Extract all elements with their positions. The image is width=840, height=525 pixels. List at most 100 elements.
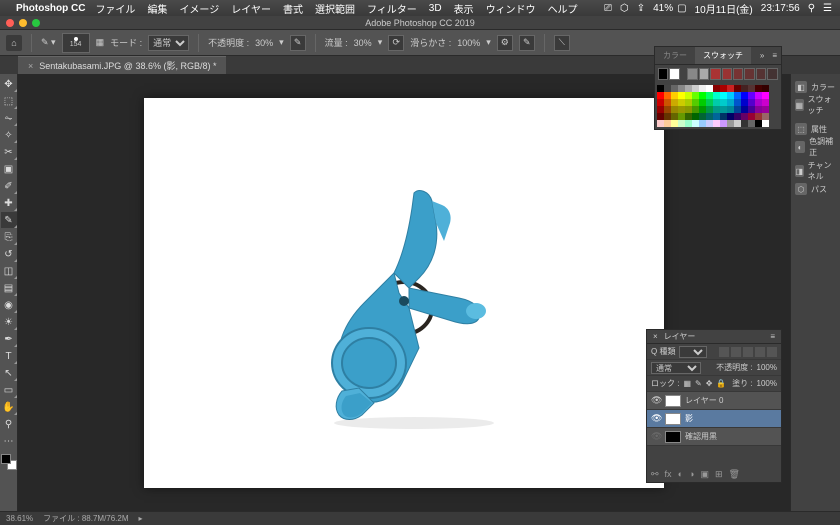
swatch[interactable] (741, 106, 748, 113)
brush-tool-icon[interactable]: ✎ ▾ (41, 37, 56, 48)
swatch[interactable] (664, 120, 671, 127)
swatch[interactable] (720, 120, 727, 127)
swatch[interactable] (727, 85, 734, 92)
swatch[interactable] (713, 120, 720, 127)
dodge-tool[interactable]: ☀ (1, 314, 17, 330)
panel-tab-swatches[interactable]: ▦スウォッチ (791, 96, 840, 114)
blur-tool[interactable]: ◉ (1, 297, 17, 313)
layer-name[interactable]: 確認用黒 (685, 431, 717, 442)
swatch[interactable] (748, 85, 755, 92)
swatch[interactable] (671, 99, 678, 106)
flow-dropdown-icon[interactable]: ▾ (378, 37, 383, 48)
swatch[interactable] (741, 99, 748, 106)
history-brush-tool[interactable]: ↺ (1, 246, 17, 262)
swatch[interactable] (720, 106, 727, 113)
layer-filter-select[interactable] (679, 346, 707, 358)
menu-select[interactable]: 選択範囲 (315, 1, 355, 16)
close-window-button[interactable] (6, 19, 14, 27)
fill-value[interactable]: 100% (757, 379, 777, 388)
menu-view[interactable]: 表示 (454, 1, 474, 16)
new-group-icon[interactable]: ▣ (700, 469, 709, 480)
swatch-preset[interactable] (710, 68, 720, 80)
swatch[interactable] (657, 106, 664, 113)
swatch[interactable] (762, 106, 769, 113)
panel-menu-icon[interactable]: ≡ (768, 51, 781, 60)
swatch[interactable] (713, 85, 720, 92)
lock-transparency-icon[interactable]: ▦ (683, 379, 691, 388)
swatch[interactable] (678, 99, 685, 106)
swatch[interactable] (706, 106, 713, 113)
swatches-tab[interactable]: スウォッチ (695, 47, 751, 64)
path-select-tool[interactable]: ↖ (1, 365, 17, 381)
eyedropper-tool[interactable]: ✐ (1, 178, 17, 194)
adjustment-layer-icon[interactable]: ◑ (689, 469, 694, 479)
swatch[interactable] (755, 85, 762, 92)
frame-tool[interactable]: ▣ (1, 161, 17, 177)
swatch[interactable] (706, 92, 713, 99)
swatch[interactable] (741, 113, 748, 120)
swatch[interactable] (699, 120, 706, 127)
link-layers-icon[interactable]: ⚯ (651, 469, 659, 480)
swatch[interactable] (734, 106, 741, 113)
swatch[interactable] (727, 120, 734, 127)
filter-pixel-icon[interactable] (719, 347, 729, 357)
swatch[interactable] (748, 113, 755, 120)
swatch[interactable] (685, 85, 692, 92)
swatch[interactable] (734, 99, 741, 106)
app-name[interactable]: Photoshop CC (16, 3, 85, 14)
layer-opacity-value[interactable]: 100% (757, 363, 777, 372)
airbrush-icon[interactable]: ⟳ (388, 35, 404, 51)
blend-mode-select[interactable]: 通常 (651, 362, 701, 374)
swatch[interactable] (692, 106, 699, 113)
layer-filter-label[interactable]: Q 種類 (651, 346, 675, 357)
screen-share-icon[interactable]: ⎚ (604, 3, 612, 14)
pressure-opacity-icon[interactable]: ✎ (290, 35, 306, 51)
swatch[interactable] (706, 85, 713, 92)
visibility-toggle-icon[interactable]: 👁 (651, 413, 661, 424)
swatch-preset[interactable] (744, 68, 754, 80)
swatch[interactable] (671, 106, 678, 113)
hand-tool[interactable]: ✋ (1, 399, 17, 415)
menu-type[interactable]: 書式 (283, 1, 303, 16)
swatch[interactable] (692, 113, 699, 120)
swatch[interactable] (685, 99, 692, 106)
shape-tool[interactable]: ▭ (1, 382, 17, 398)
swatch[interactable] (657, 85, 664, 92)
layers-panel-title[interactable]: レイヤー (664, 331, 696, 342)
layer-thumbnail[interactable] (665, 395, 681, 407)
swatch[interactable] (755, 120, 762, 127)
foreground-color[interactable] (1, 454, 11, 464)
opacity-value[interactable]: 30% (255, 38, 273, 48)
menu-3d[interactable]: 3D (429, 3, 442, 14)
layer-thumbnail[interactable] (665, 431, 681, 443)
menu-edit[interactable]: 編集 (147, 1, 167, 16)
swatch[interactable] (685, 120, 692, 127)
swatch[interactable] (664, 85, 671, 92)
notification-icon[interactable]: ☰ (823, 3, 832, 14)
layer-name[interactable]: レイヤー 0 (685, 395, 723, 406)
dropbox-icon[interactable]: ⬡ (620, 3, 629, 14)
eraser-tool[interactable]: ◫ (1, 263, 17, 279)
home-button[interactable]: ⌂ (6, 35, 22, 51)
swatch[interactable] (671, 120, 678, 127)
menu-image[interactable]: イメージ (179, 1, 219, 16)
move-tool[interactable]: ✥ (1, 76, 17, 92)
swatch[interactable] (762, 120, 769, 127)
swatch[interactable] (720, 85, 727, 92)
layer-thumbnail[interactable] (665, 413, 681, 425)
canvas[interactable] (144, 98, 664, 488)
time-display[interactable]: 23:17:56 (761, 3, 800, 14)
pen-tool[interactable]: ✒ (1, 331, 17, 347)
swatch[interactable] (699, 99, 706, 106)
layer-item[interactable]: 👁 レイヤー 0 (647, 392, 781, 410)
swatch-preset[interactable] (756, 68, 766, 80)
stamp-tool[interactable]: ⎘ (1, 229, 17, 245)
blend-mode-select[interactable]: 通常 (148, 35, 189, 51)
swatch[interactable] (720, 99, 727, 106)
brush-panel-icon[interactable]: ▦ (96, 37, 105, 48)
swatch[interactable] (699, 106, 706, 113)
swatch[interactable] (755, 113, 762, 120)
lock-all-icon[interactable]: 🔒 (716, 379, 726, 388)
brush-tool[interactable]: ✎ (1, 212, 17, 228)
lasso-tool[interactable]: ⏦ (1, 110, 17, 126)
